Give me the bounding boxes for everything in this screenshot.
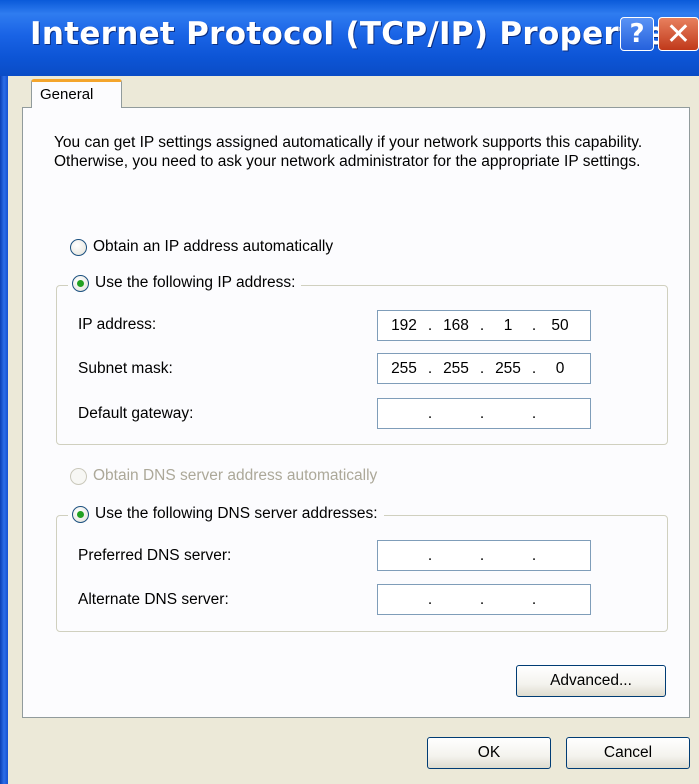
- obtain-ip-automatically-radio[interactable]: [70, 238, 87, 256]
- alternate-dns-label: Alternate DNS server:: [78, 591, 229, 608]
- preferred-dns-input[interactable]: . . .: [377, 540, 591, 571]
- use-following-ip-label: Use the following IP address:: [95, 274, 296, 291]
- window-title: Internet Protocol (TCP/IP) Properties: [30, 16, 686, 52]
- ip-address-octet-4: 50: [551, 316, 569, 334]
- use-following-dns-option[interactable]: Use the following DNS server addresses:: [68, 505, 384, 523]
- title-bar[interactable]: Internet Protocol (TCP/IP) Properties ? …: [0, 0, 699, 76]
- obtain-ip-automatically-option[interactable]: Obtain an IP address automatically: [70, 238, 333, 256]
- subnet-mask-input[interactable]: 255. 255. 255. 0: [377, 353, 591, 384]
- ip-address-input[interactable]: 192. 168. 1. 50: [377, 310, 591, 341]
- ok-button[interactable]: OK: [427, 737, 551, 769]
- close-button[interactable]: ✕: [658, 16, 699, 52]
- subnet-mask-octet-3: 255: [495, 359, 521, 377]
- subnet-mask-octet-1: 255: [391, 359, 417, 377]
- advanced-button[interactable]: Advanced...: [516, 665, 666, 697]
- use-following-dns-radio[interactable]: [72, 505, 89, 523]
- default-gateway-input[interactable]: . . .: [377, 398, 591, 429]
- obtain-dns-automatically-option[interactable]: Obtain DNS server address automatically: [70, 467, 377, 485]
- ip-address-octet-3: 1: [503, 316, 513, 334]
- default-gateway-label: Default gateway:: [78, 405, 194, 422]
- tab-general[interactable]: General: [31, 79, 122, 108]
- subnet-mask-octet-4: 0: [555, 359, 565, 377]
- use-following-dns-label: Use the following DNS server addresses:: [95, 505, 378, 522]
- help-icon: ?: [629, 19, 645, 49]
- preferred-dns-label: Preferred DNS server:: [78, 547, 232, 564]
- subnet-mask-label: Subnet mask:: [78, 360, 173, 377]
- window-frame-left: [0, 76, 8, 784]
- ip-address-label: IP address:: [78, 316, 157, 333]
- alternate-dns-input[interactable]: . . .: [377, 584, 591, 615]
- use-following-ip-radio[interactable]: [72, 274, 89, 292]
- ip-address-octet-1: 192: [391, 316, 417, 334]
- cancel-button[interactable]: Cancel: [566, 737, 690, 769]
- ip-address-octet-2: 168: [443, 316, 469, 334]
- obtain-dns-automatically-label: Obtain DNS server address automatically: [93, 467, 378, 484]
- subnet-mask-octet-2: 255: [443, 359, 469, 377]
- obtain-ip-automatically-label: Obtain an IP address automatically: [93, 238, 334, 255]
- close-icon: ✕: [665, 16, 692, 52]
- use-following-ip-option[interactable]: Use the following IP address:: [68, 274, 302, 292]
- intro-text: You can get IP settings assigned automat…: [54, 134, 643, 170]
- obtain-dns-automatically-radio[interactable]: [70, 467, 87, 485]
- tcpip-properties-dialog: Internet Protocol (TCP/IP) Properties ? …: [0, 0, 699, 784]
- help-button[interactable]: ?: [620, 17, 654, 51]
